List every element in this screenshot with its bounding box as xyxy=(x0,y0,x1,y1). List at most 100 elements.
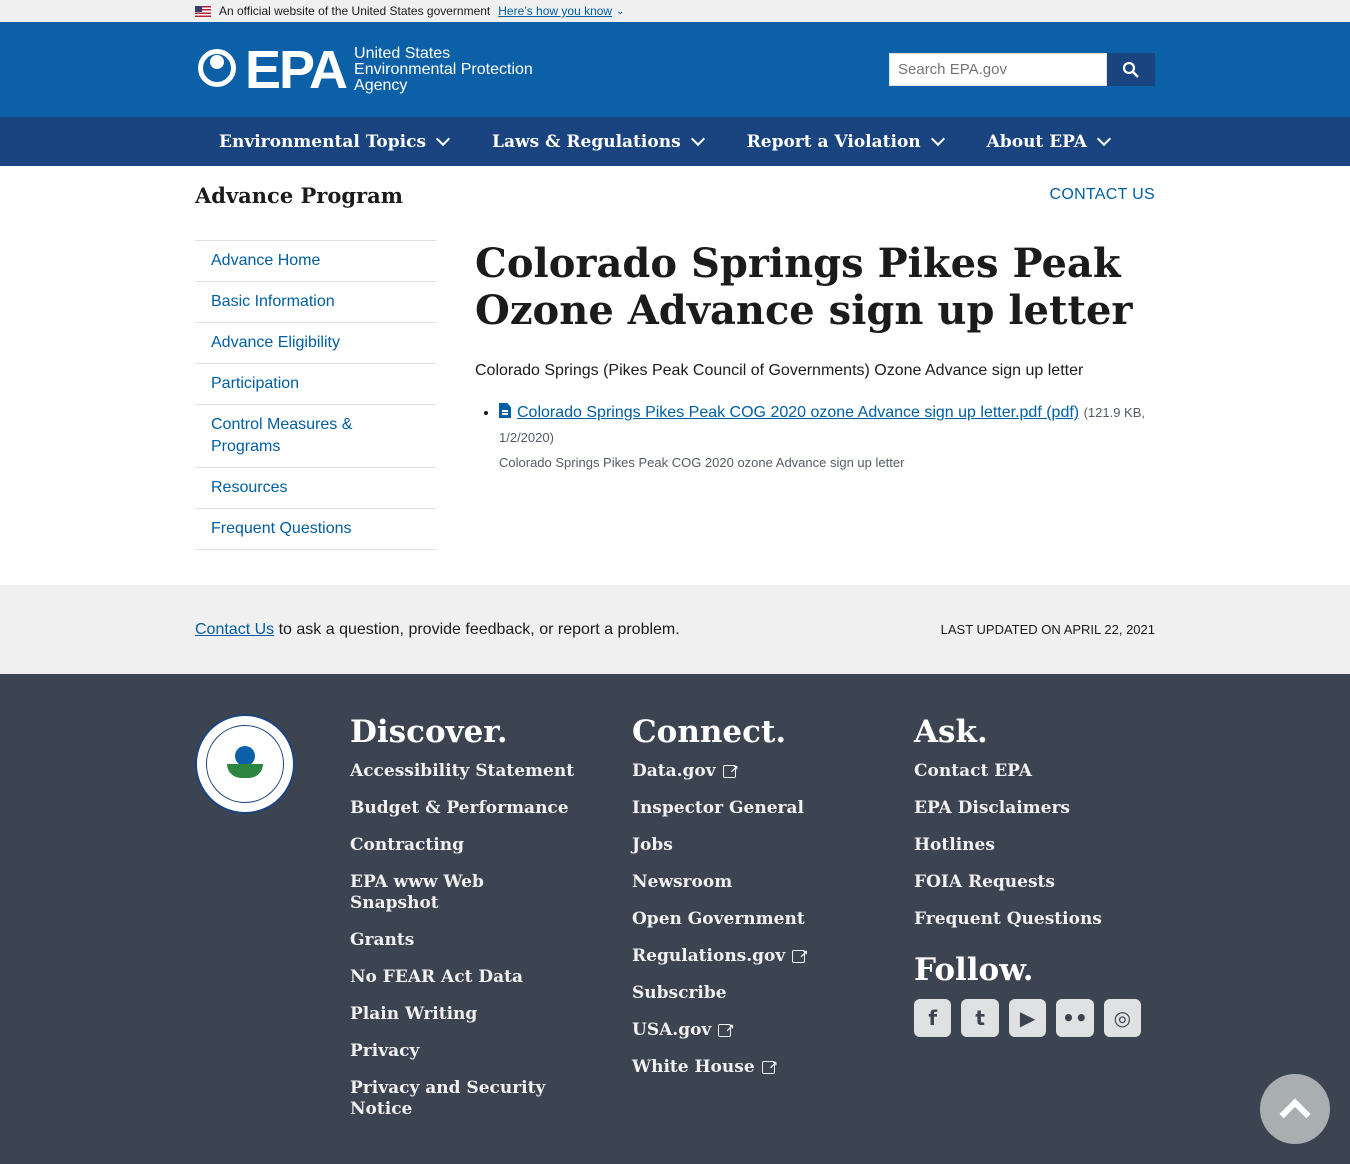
program-title[interactable]: Advance Program xyxy=(195,183,403,208)
footer-link[interactable]: Newsroom xyxy=(632,872,859,893)
lead-text: Colorado Springs (Pikes Peak Council of … xyxy=(475,362,1084,379)
main-content: Advance Home Basic Information Advance E… xyxy=(0,224,1350,550)
gov-banner-text: An official website of the United States… xyxy=(219,4,491,18)
link-label: Data.gov xyxy=(632,761,716,781)
back-to-top-button[interactable] xyxy=(1260,1074,1330,1144)
footer-link[interactable]: Plain Writing xyxy=(350,1004,577,1025)
footer-link[interactable]: Grants xyxy=(350,930,577,951)
feedback-bar: Contact Us to ask a question, provide fe… xyxy=(0,585,1350,674)
instagram-icon[interactable]: ◎ xyxy=(1103,999,1142,1037)
footer-link-datagov[interactable]: Data.gov xyxy=(632,759,859,782)
sidenav-item-advance-eligibility[interactable]: Advance Eligibility xyxy=(195,323,436,364)
link-label: White House xyxy=(632,1057,755,1077)
discover-heading: Discover. xyxy=(350,714,508,750)
heres-how-you-know-link[interactable]: Here’s how you know xyxy=(498,4,612,18)
footer-link[interactable]: Subscribe xyxy=(632,983,859,1004)
site-footer: Discover. Accessibility Statement Budget… xyxy=(0,674,1350,1164)
sidenav-item-frequent-questions[interactable]: Frequent Questions xyxy=(195,509,436,550)
search-icon xyxy=(1122,61,1139,78)
site-header: EPA United States Environmental Protecti… xyxy=(0,22,1350,117)
external-link-icon xyxy=(792,944,808,965)
nav-label: Laws & Regulations xyxy=(492,131,681,152)
footer-link[interactable]: Inspector General xyxy=(632,798,859,819)
sidenav-item-control-measures[interactable]: Control Measures & Programs xyxy=(195,405,436,468)
feedback-message: Contact Us to ask a question, provide fe… xyxy=(195,621,680,639)
footer-connect: Connect. Data.gov Inspector General Jobs… xyxy=(632,714,859,1136)
external-link-icon xyxy=(718,1018,734,1039)
search-input[interactable] xyxy=(889,53,1107,86)
footer-link[interactable]: Privacy xyxy=(350,1041,577,1062)
list-item: Colorado Springs Pikes Peak COG 2020 ozo… xyxy=(499,400,1155,476)
document-link[interactable]: Colorado Springs Pikes Peak COG 2020 ozo… xyxy=(517,404,1079,421)
footer-link[interactable]: Privacy and Security Notice xyxy=(350,1078,577,1120)
footer-discover: Discover. Accessibility Statement Budget… xyxy=(350,714,577,1136)
nav-label: Report a Violation xyxy=(746,131,921,152)
footer-link[interactable]: Open Government xyxy=(632,909,859,930)
link-label: USA.gov xyxy=(632,1020,712,1040)
contact-us-link[interactable]: CONTACT US xyxy=(1049,186,1155,204)
sidenav-item-participation[interactable]: Participation xyxy=(195,364,436,405)
footer-link-usagov[interactable]: USA.gov xyxy=(632,1018,859,1041)
footer-link-regulations[interactable]: Regulations.gov xyxy=(632,944,859,967)
external-link-icon xyxy=(722,759,739,780)
us-flag-icon xyxy=(195,5,211,17)
footer-ask: Ask. Contact EPA EPA Disclaimers Hotline… xyxy=(914,714,1142,1136)
flickr-icon[interactable]: •• xyxy=(1056,999,1094,1037)
epa-logo[interactable]: EPA United States Environmental Protecti… xyxy=(195,39,533,100)
nav-environmental-topics[interactable]: Environmental Topics xyxy=(219,131,451,152)
nav-label: About EPA xyxy=(986,131,1087,152)
footer-link[interactable]: Hotlines xyxy=(914,835,1141,856)
youtube-icon[interactable]: ▶ xyxy=(1008,999,1047,1037)
footer-link[interactable]: Contact EPA xyxy=(914,761,1141,782)
footer-link[interactable]: Frequent Questions xyxy=(914,909,1141,930)
chevron-up-icon xyxy=(1279,1098,1311,1130)
logo-subtitle: United States Environmental Protection A… xyxy=(354,44,533,94)
footer-link[interactable]: Accessibility Statement xyxy=(350,761,577,782)
chevron-down-icon xyxy=(435,131,451,146)
contact-us-feedback-link[interactable]: Contact Us xyxy=(195,621,274,638)
logo-text: EPA xyxy=(245,39,348,100)
epa-flower-icon xyxy=(195,47,239,93)
sidenav-item-advance-home[interactable]: Advance Home xyxy=(195,241,436,282)
page-header: Advance Program CONTACT US xyxy=(0,166,1350,224)
link-label: Regulations.gov xyxy=(632,946,786,966)
search-button[interactable] xyxy=(1107,53,1155,86)
sidenav-item-resources[interactable]: Resources xyxy=(195,468,436,509)
footer-link[interactable]: EPA www Web Snapshot xyxy=(350,872,577,914)
gov-banner: An official website of the United States… xyxy=(0,0,1350,22)
chevron-down-icon[interactable]: ⌄ xyxy=(616,6,624,17)
chevron-down-icon xyxy=(690,131,705,146)
nav-report-violation[interactable]: Report a Violation xyxy=(746,131,945,152)
footer-link-whitehouse[interactable]: White House xyxy=(632,1055,859,1078)
footer-link[interactable]: No FEAR Act Data xyxy=(350,967,577,988)
nav-laws-regulations[interactable]: Laws & Regulations xyxy=(492,131,705,152)
follow-heading: Follow. xyxy=(914,952,1034,988)
document-list: Colorado Springs Pikes Peak COG 2020 ozo… xyxy=(475,400,1155,476)
article: Colorado Springs Pikes Peak Ozone Advanc… xyxy=(475,240,1155,550)
twitter-icon[interactable]: t xyxy=(961,999,999,1037)
ask-heading: Ask. xyxy=(914,714,988,750)
search-form xyxy=(889,53,1155,86)
page-title: Colorado Springs Pikes Peak Ozone Advanc… xyxy=(475,240,1133,334)
facebook-icon[interactable]: f xyxy=(914,999,952,1037)
social-links: f t ▶ •• ◎ xyxy=(914,999,1142,1037)
sidenav-item-basic-information[interactable]: Basic Information xyxy=(195,282,436,323)
footer-link[interactable]: Contracting xyxy=(350,835,577,856)
chevron-down-icon xyxy=(930,131,945,146)
last-updated: LAST UPDATED ON APRIL 22, 2021 xyxy=(940,622,1155,637)
epa-seal-logo[interactable] xyxy=(195,714,295,814)
footer-link[interactable]: Jobs xyxy=(632,835,859,856)
connect-heading: Connect. xyxy=(632,714,787,750)
footer-link[interactable]: Budget & Performance xyxy=(350,798,577,819)
nav-about-epa[interactable]: About EPA xyxy=(986,131,1111,152)
footer-link[interactable]: FOIA Requests xyxy=(914,872,1141,893)
side-nav: Advance Home Basic Information Advance E… xyxy=(195,240,436,550)
logo-sub-line-1: United States xyxy=(354,44,451,62)
feedback-text: to ask a question, provide feedback, or … xyxy=(274,620,680,638)
nav-label: Environmental Topics xyxy=(219,131,427,152)
footer-link[interactable]: EPA Disclaimers xyxy=(914,798,1141,819)
file-icon xyxy=(499,403,511,418)
logo-sub-line-3: Agency xyxy=(354,76,408,94)
logo-sub-line-2: Environmental Protection xyxy=(354,60,533,78)
chevron-down-icon xyxy=(1096,131,1111,146)
